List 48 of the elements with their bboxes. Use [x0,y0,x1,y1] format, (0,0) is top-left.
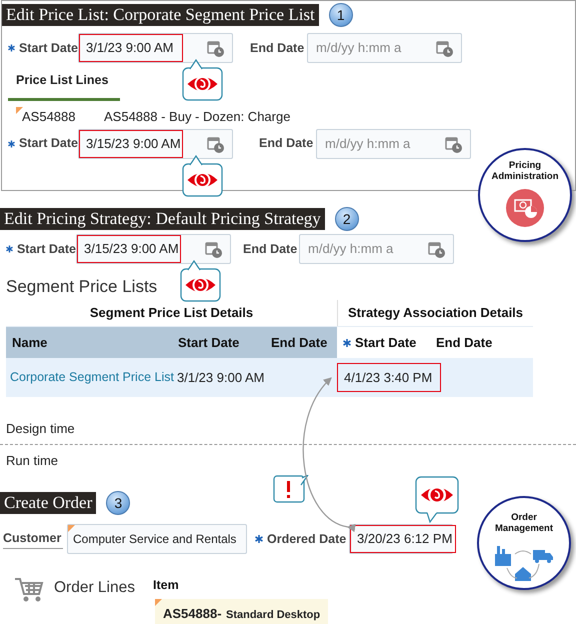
tab[interactable]: Price List Lines [8,71,575,98]
design-time-label: Design time [6,420,76,438]
section-heading: Segment Price Lists [6,276,158,298]
column-header: End Date [271,334,328,352]
role-label: Pricing Administration [490,160,560,182]
field-label: Customer [3,529,63,549]
calendar-icon[interactable] [445,136,462,153]
column-header: End Date [436,334,492,352]
run-time-label: Run time [6,452,60,470]
calendar-icon[interactable] [207,136,224,153]
table-cell: 4/1/23 3:40 PM [337,362,441,392]
item-value: AS54888- Standard Desktop [154,598,328,624]
table-cell: 3/1/23 9:00 AM [177,370,264,385]
text-field[interactable]: Computer Service and Rentals [67,524,247,554]
line-description: AS54888 - Buy - Dozen: Charge [104,108,290,126]
column-group-header: Strategy Association Details [348,304,524,322]
section-title: Create Order [0,492,96,514]
column-header: Start Date [355,334,416,352]
calendar-icon[interactable] [207,40,224,57]
calendar-icon[interactable] [436,40,453,57]
column-header: Start Date [178,334,240,352]
date-field[interactable]: 3/15/23 9:00 AM [76,234,231,264]
calendar-icon[interactable] [205,241,222,258]
field-label: Start Date [16,240,76,258]
column-header: Name [12,334,48,352]
date-field[interactable]: 3/20/23 6:12 PM [349,524,453,554]
step-badge: 2 [334,207,359,231]
column-header: Item [152,577,180,594]
field-label: Start Date [18,40,78,57]
field-label: Ordered Date [267,530,346,548]
item-number: AS54888 [16,107,104,126]
date-field[interactable]: 3/15/23 9:00 AM [78,128,233,159]
calendar-icon[interactable] [428,241,445,258]
field-label: End Date [243,240,298,258]
column-group-header: Segment Price List Details [90,304,254,322]
section-title: Edit Pricing Strategy: Default Pricing Strategy [0,208,325,230]
shopping-cart-icon [14,576,44,604]
section-title: Edit Price List: Corporate Segment Price List [2,4,319,26]
field-label: End Date [250,40,306,57]
field-label: End Date [259,135,314,152]
order-lines-heading: Order Lines [54,578,135,598]
step-badge: 3 [106,491,130,515]
field-label: Start Date [18,135,78,152]
price-chart-icon [505,188,545,228]
price-list-link[interactable]: Corporate Segment Price List [10,370,174,384]
step-badge: 1 [328,3,353,27]
role-label: Order Management [494,512,554,534]
date-field[interactable]: 3/1/23 9:00 AM [78,33,233,63]
